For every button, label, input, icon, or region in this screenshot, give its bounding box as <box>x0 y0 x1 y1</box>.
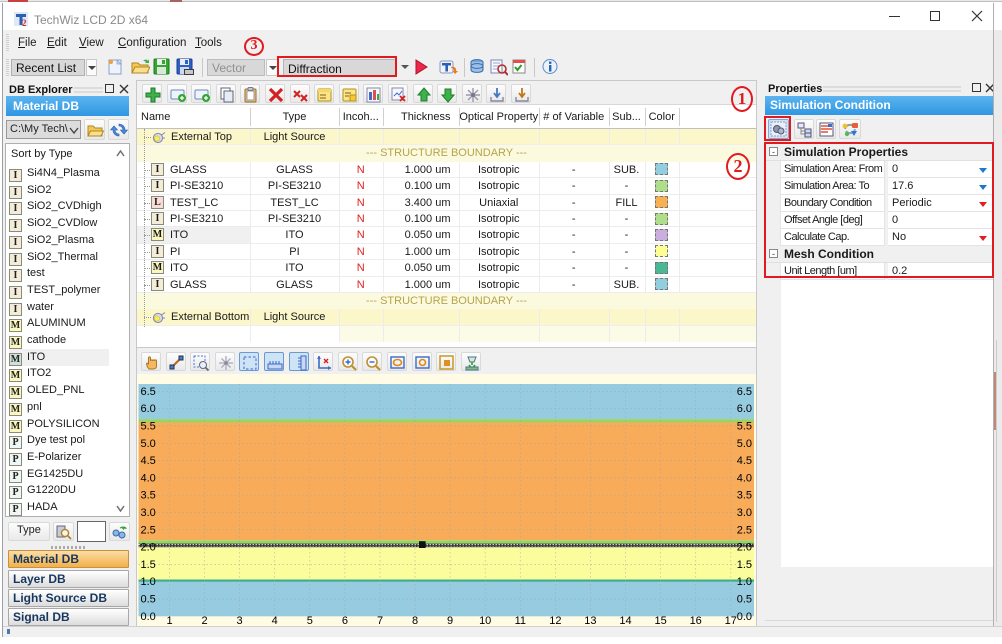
svg-text:4: 4 <box>272 615 278 626</box>
svg-text:5.5: 5.5 <box>737 421 752 433</box>
svg-text:2: 2 <box>22 18 27 27</box>
svg-text:3: 3 <box>237 615 243 626</box>
svg-text:0.0: 0.0 <box>737 611 752 623</box>
svg-text:6.5: 6.5 <box>737 386 752 398</box>
svg-text:6.0: 6.0 <box>141 403 156 415</box>
svg-text:5: 5 <box>307 615 313 626</box>
svg-text:1.0: 1.0 <box>737 576 752 588</box>
svg-text:2.5: 2.5 <box>141 524 156 536</box>
svg-text:9: 9 <box>447 615 453 626</box>
svg-text:11: 11 <box>515 615 526 626</box>
svg-text:5.5: 5.5 <box>141 421 156 433</box>
svg-text:10: 10 <box>479 615 491 626</box>
svg-text:3.0: 3.0 <box>141 507 156 519</box>
svg-text:13: 13 <box>584 615 596 626</box>
svg-text:0.5: 0.5 <box>141 594 156 606</box>
svg-text:1.5: 1.5 <box>737 559 752 571</box>
svg-text:1: 1 <box>166 615 172 626</box>
svg-text:5.0: 5.0 <box>737 438 752 450</box>
svg-text:2.0: 2.0 <box>141 542 156 554</box>
svg-text:17: 17 <box>725 615 737 626</box>
svg-text:16: 16 <box>690 615 702 626</box>
svg-text:1.5: 1.5 <box>141 559 156 571</box>
svg-text:2.5: 2.5 <box>737 524 752 536</box>
svg-text:2.0: 2.0 <box>737 542 752 554</box>
svg-text:4.0: 4.0 <box>141 472 156 484</box>
svg-text:6.0: 6.0 <box>737 403 752 415</box>
svg-text:1.0: 1.0 <box>141 576 156 588</box>
svg-text:0.0: 0.0 <box>141 611 156 623</box>
svg-text:3.5: 3.5 <box>141 490 156 502</box>
svg-text:3.5: 3.5 <box>737 490 752 502</box>
svg-text:6: 6 <box>342 615 348 626</box>
svg-text:3.0: 3.0 <box>737 507 752 519</box>
svg-text:6.5: 6.5 <box>141 386 156 398</box>
svg-text:12: 12 <box>549 615 561 626</box>
svg-text:4.0: 4.0 <box>737 472 752 484</box>
svg-text:5.0: 5.0 <box>141 438 156 450</box>
svg-text:2: 2 <box>202 615 208 626</box>
svg-text:8: 8 <box>412 615 418 626</box>
svg-text:15: 15 <box>654 615 666 626</box>
svg-text:4.5: 4.5 <box>737 455 752 467</box>
svg-text:7: 7 <box>377 615 383 626</box>
svg-text:4.5: 4.5 <box>141 455 156 467</box>
svg-text:14: 14 <box>619 615 631 626</box>
svg-text:0.5: 0.5 <box>737 594 752 606</box>
